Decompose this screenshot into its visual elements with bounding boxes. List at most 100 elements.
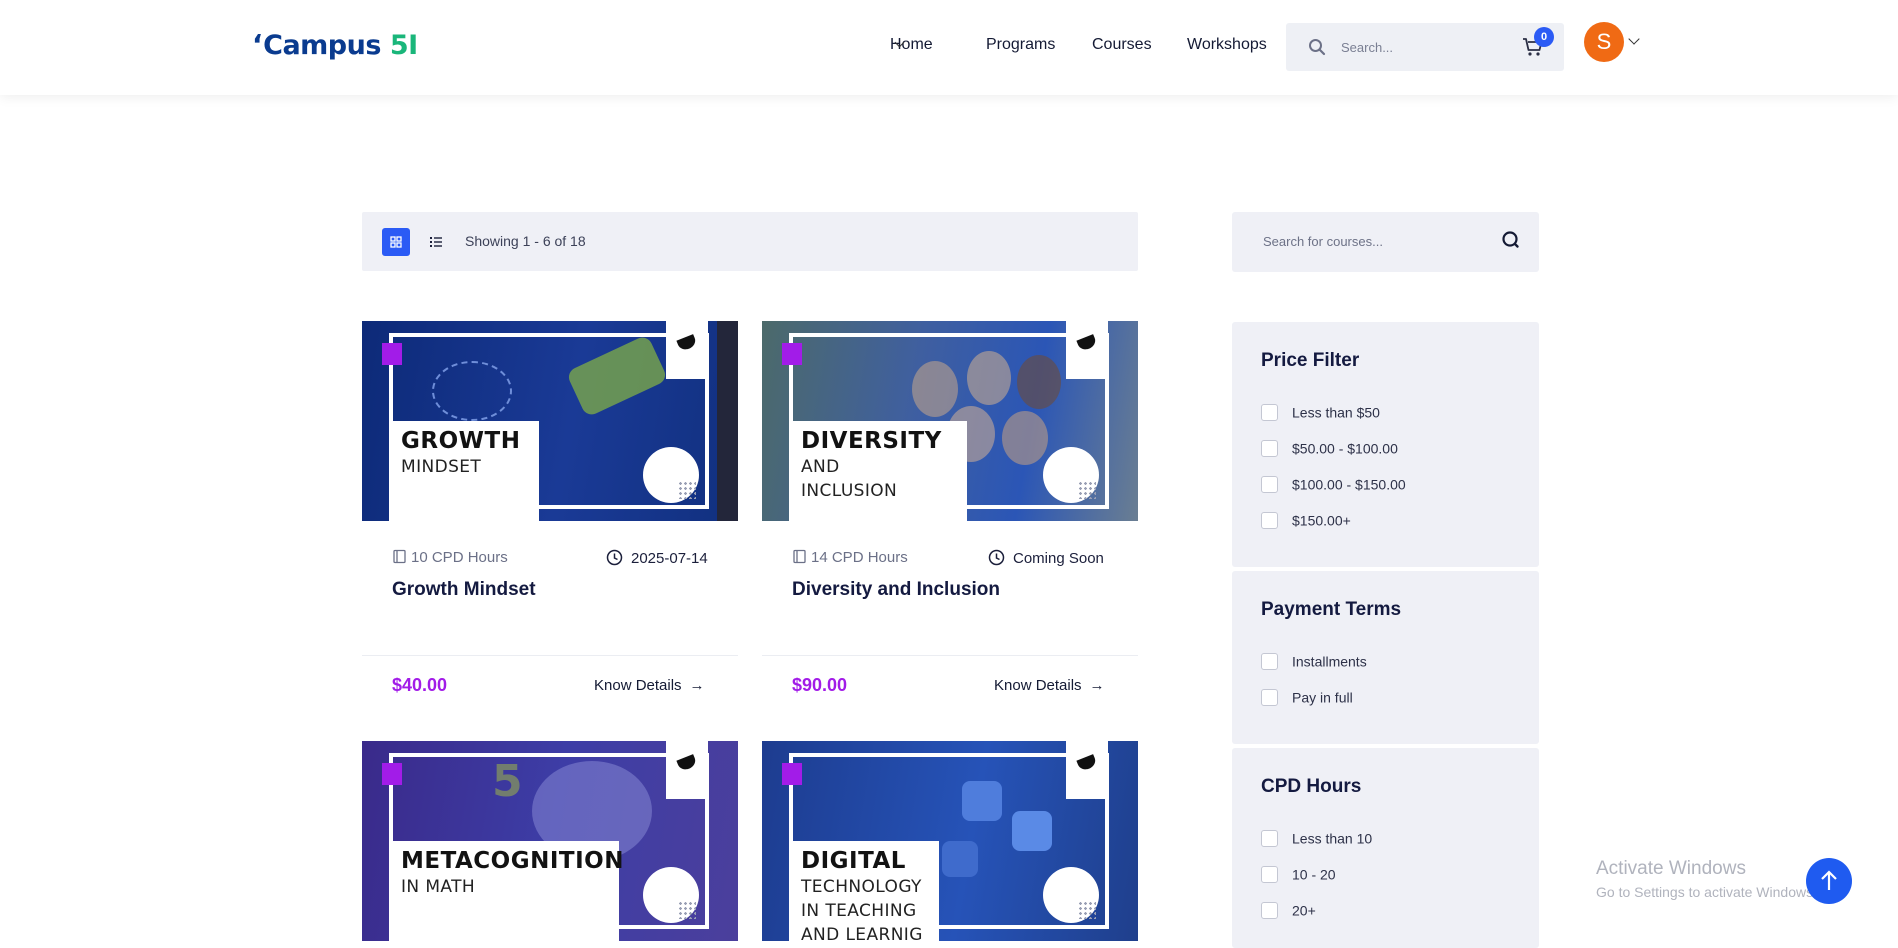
nav-programs[interactable]: Programs <box>986 36 1055 54</box>
course-thumbnail[interactable]: DIGITAL TECHNOLOGY IN TEACHING AND LEARN… <box>762 741 1138 941</box>
course-search-placeholder: Search for courses... <box>1263 234 1383 249</box>
list-view-button[interactable] <box>422 228 450 256</box>
search-icon <box>1309 39 1326 56</box>
grid-icon <box>390 236 402 248</box>
results-count: Showing 1 - 6 of 18 <box>465 233 586 249</box>
course-title[interactable]: Diversity and Inclusion <box>792 579 1000 601</box>
thumb-subtitle: AND <box>801 457 840 477</box>
thumb-dots <box>678 481 696 499</box>
thumb-dots <box>1078 901 1096 919</box>
thumb-subtitle: TECHNOLOGY <box>801 877 922 897</box>
option-label: Pay in full <box>1292 689 1353 706</box>
nav-courses[interactable]: Courses <box>1092 36 1152 54</box>
course-date-label: Coming Soon <box>1013 550 1104 567</box>
header-search-placeholder: Search... <box>1341 40 1394 55</box>
course-thumbnail[interactable]: GROWTH MINDSET <box>362 321 738 521</box>
card-divider <box>762 655 1138 656</box>
course-date: Coming Soon <box>988 549 1104 567</box>
quote-corner <box>1066 321 1108 379</box>
payment-option-installments[interactable]: Installments <box>1261 652 1367 670</box>
cpd-hours-label: 10 CPD Hours <box>411 549 508 566</box>
course-price: $90.00 <box>792 675 848 695</box>
thumb-title-block: GROWTH MINDSET <box>389 421 539 521</box>
checkbox[interactable] <box>1261 865 1278 883</box>
thumb-edge <box>717 321 738 521</box>
nav-home[interactable]: Home <box>890 36 933 54</box>
option-label: Less than $50 <box>1292 404 1380 421</box>
price-filter-panel: Price Filter Less than $50 $50.00 - $100… <box>1232 322 1539 567</box>
option-label: Installments <box>1292 653 1367 670</box>
search-icon[interactable] <box>1500 229 1522 251</box>
option-label: $50.00 - $100.00 <box>1292 440 1398 457</box>
cpd-hours-panel: CPD Hours Less than 10 10 - 20 20+ <box>1232 748 1539 948</box>
scroll-to-top-button[interactable] <box>1806 858 1852 904</box>
card-divider <box>362 655 738 656</box>
checkbox[interactable] <box>1261 475 1278 493</box>
checkbox[interactable] <box>1261 829 1278 847</box>
checkbox[interactable] <box>1261 652 1278 670</box>
list-icon <box>430 237 442 247</box>
thumb-title: DIVERSITY <box>801 428 942 454</box>
course-tag-marker <box>382 343 402 365</box>
option-label: Less than 10 <box>1292 830 1373 847</box>
clock-icon <box>988 549 1005 566</box>
course-title[interactable]: Growth Mindset <box>392 579 536 601</box>
quote-corner <box>666 741 708 799</box>
thumb-title: GROWTH <box>401 428 521 454</box>
thumb-subtitle: IN MATH <box>401 877 476 897</box>
grid-view-button[interactable] <box>382 228 410 256</box>
thumb-title-block: DIGITAL TECHNOLOGY IN TEACHING AND LEARN… <box>789 841 939 941</box>
thumb-title: DIGITAL <box>801 848 906 874</box>
checkbox[interactable] <box>1261 688 1278 706</box>
cpd-option-10-20[interactable]: 10 - 20 <box>1261 865 1336 883</box>
price-option-100-150[interactable]: $100.00 - $150.00 <box>1261 475 1406 493</box>
cpd-hours-label: 14 CPD Hours <box>811 549 908 566</box>
clock-icon <box>606 549 623 566</box>
know-details-label: Know Details <box>594 677 682 694</box>
thumb-title-block: DIVERSITY AND INCLUSION <box>789 421 967 521</box>
option-label: 10 - 20 <box>1292 866 1336 883</box>
arrow-right-icon: → <box>1089 677 1105 694</box>
chevron-down-icon[interactable] <box>1628 33 1640 45</box>
course-tag-marker <box>782 763 802 785</box>
cpd-option-less-10[interactable]: Less than 10 <box>1261 829 1372 847</box>
payment-option-full[interactable]: Pay in full <box>1261 688 1353 706</box>
know-details-link[interactable]: Know Details → <box>594 677 705 694</box>
results-toolbar: Showing 1 - 6 of 18 <box>362 212 1138 271</box>
price-option-50-100[interactable]: $50.00 - $100.00 <box>1261 439 1398 457</box>
course-date-label: 2025-07-14 <box>631 550 708 567</box>
book-icon <box>393 549 406 564</box>
checkbox[interactable] <box>1261 403 1278 421</box>
price-option-less-50[interactable]: Less than $50 <box>1261 403 1380 421</box>
know-details-label: Know Details <box>994 677 1082 694</box>
arrow-up-icon <box>1821 870 1837 890</box>
checkbox[interactable] <box>1261 439 1278 457</box>
nav-workshops[interactable]: Workshops <box>1187 36 1267 54</box>
thumb-title: METACOGNITION <box>401 848 624 874</box>
course-thumbnail[interactable]: DIVERSITY AND INCLUSION <box>762 321 1138 521</box>
cpd-hours: 10 CPD Hours <box>392 549 508 566</box>
logo-text: Campus <box>263 30 381 61</box>
thumb-title-block: METACOGNITION IN MATH <box>389 841 624 941</box>
site-header: ‘Campus 5I Home Programs Courses Worksho… <box>0 0 1898 95</box>
course-thumbnail[interactable]: 5 METACOGNITION IN MATH <box>362 741 738 941</box>
course-tag-marker <box>382 763 402 785</box>
cpd-hours-title: CPD Hours <box>1261 776 1362 797</box>
know-details-link[interactable]: Know Details → <box>994 677 1105 694</box>
thumb-subtitle: INCLUSION <box>801 481 898 501</box>
checkbox[interactable] <box>1261 901 1278 919</box>
user-avatar[interactable]: S <box>1584 22 1624 62</box>
payment-terms-title: Payment Terms <box>1261 599 1402 620</box>
campus-5i-logo[interactable]: ‘Campus 5I <box>252 28 418 61</box>
arrow-right-icon: → <box>689 677 705 694</box>
cart-count-badge: 0 <box>1534 27 1554 47</box>
quote-corner <box>1066 741 1108 799</box>
thumb-subtitle: AND LEARNIG <box>801 925 923 941</box>
course-search-input[interactable]: Search for courses... <box>1232 212 1539 272</box>
price-option-150-plus[interactable]: $150.00+ <box>1261 511 1351 529</box>
activate-windows-hint: Go to Settings to activate Windows. <box>1596 884 1817 900</box>
course-tag-marker <box>782 343 802 365</box>
checkbox[interactable] <box>1261 511 1278 529</box>
cpd-option-20-plus[interactable]: 20+ <box>1261 901 1316 919</box>
thumb-subtitle: MINDSET <box>401 457 482 477</box>
